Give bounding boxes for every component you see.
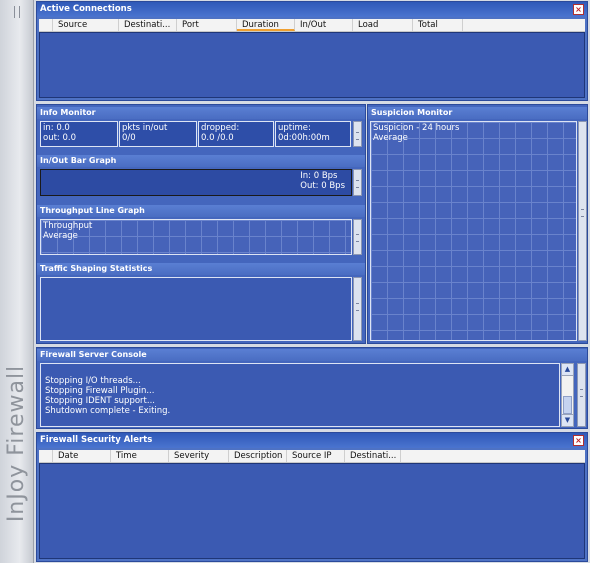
info-uptime-value: 0d:00h:00m (278, 133, 330, 143)
info-pkts-label: pkts in/out (122, 123, 168, 133)
suspicion-splitter[interactable] (578, 121, 587, 341)
info-monitor-splitter[interactable] (353, 121, 362, 147)
close-icon[interactable]: × (573, 435, 584, 446)
suspicion-monitor-pane: Suspicion Monitor Suspicion - 24 hours A… (367, 104, 588, 344)
brand-strip: InJoy Firewall (0, 0, 34, 563)
inout-splitter[interactable] (353, 169, 362, 196)
console-scrollbar[interactable]: ▲ ▼ (561, 363, 574, 427)
drag-grip-icon[interactable] (14, 6, 20, 18)
inout-readouts: In: 0 Bps Out: 0 Bps (300, 171, 345, 191)
col-destination[interactable]: Destinati... (345, 450, 401, 462)
info-pkts-box: pkts in/out 0/0 (119, 121, 197, 147)
info-uptime-box: uptime: 0d:00h:00m (275, 121, 351, 147)
throughput-splitter[interactable] (353, 219, 362, 255)
info-out: out: 0.0 (43, 133, 77, 143)
console-splitter[interactable] (577, 363, 586, 427)
info-inout-box: in: 0.0 out: 0.0 (40, 121, 118, 147)
header-spacer (39, 450, 53, 462)
inout-bar-graph-title: In/Out Bar Graph (37, 155, 365, 167)
info-dropped-box: dropped: 0.0 /0.0 (198, 121, 274, 147)
suspicion-graph: Suspicion - 24 hours Average (370, 121, 577, 341)
scroll-down-icon[interactable]: ▼ (562, 414, 573, 426)
col-time[interactable]: Time (111, 450, 169, 462)
active-connections-title-text: Active Connections (40, 4, 132, 14)
console-output[interactable]: Stopping I/O threads... Stopping Firewal… (40, 363, 560, 427)
monitor-area: Info Monitor in: 0.0 out: 0.0 pkts in/ou… (36, 104, 366, 344)
traffic-shaping-area (40, 277, 352, 341)
active-connections-pane: Active Connections × Source Destinati...… (36, 1, 588, 101)
col-date[interactable]: Date (53, 450, 111, 462)
console-pane: Firewall Server Console Stopping I/O thr… (36, 347, 588, 429)
console-line: Stopping Firewall Plugin... (45, 386, 155, 396)
connections-header: Source Destinati... Port Duration In/Out… (39, 19, 585, 32)
inout-bar-graph-title-text: In/Out Bar Graph (40, 156, 117, 165)
col-severity[interactable]: Severity (169, 450, 229, 462)
traffic-shaping-title-text: Traffic Shaping Statistics (40, 264, 153, 273)
scroll-thumb[interactable] (563, 396, 572, 414)
info-dropped-value: 0.0 /0.0 (201, 133, 234, 143)
inout-out: Out: 0 Bps (300, 181, 345, 191)
info-in: in: 0.0 (43, 123, 70, 133)
suspicion-monitor-title-text: Suspicion Monitor (371, 108, 453, 117)
throughput-graph-title-text: Throughput Line Graph (40, 206, 145, 215)
inout-bar-graph: In: 0 Bps Out: 0 Bps (40, 169, 352, 196)
alerts-title: Firewall Security Alerts (37, 433, 587, 448)
brand-label: InJoy Firewall (4, 364, 30, 522)
connections-list[interactable] (39, 32, 585, 98)
alerts-pane: Firewall Security Alerts × Date Time Sev… (36, 432, 588, 562)
col-source-ip[interactable]: Source IP (287, 450, 345, 462)
suspicion-legend-main: Suspicion - 24 hours (373, 123, 460, 133)
col-port[interactable]: Port (177, 19, 237, 31)
col-destination[interactable]: Destinati... (119, 19, 177, 31)
header-spacer (39, 19, 53, 31)
suspicion-legend-average: Average (373, 133, 408, 143)
console-title-text: Firewall Server Console (40, 350, 147, 359)
alerts-header: Date Time Severity Description Source IP… (39, 450, 585, 463)
scroll-up-icon[interactable]: ▲ (562, 364, 573, 376)
alerts-title-text: Firewall Security Alerts (40, 435, 153, 445)
info-uptime-label: uptime: (278, 123, 311, 133)
col-load[interactable]: Load (353, 19, 413, 31)
suspicion-monitor-title: Suspicion Monitor (368, 107, 587, 119)
alerts-list[interactable] (39, 463, 585, 559)
console-title: Firewall Server Console (37, 349, 587, 361)
info-dropped-label: dropped: (201, 123, 240, 133)
legend-average: Average (43, 231, 78, 241)
inout-in: In: 0 Bps (300, 171, 338, 181)
active-connections-title: Active Connections (37, 2, 587, 17)
throughput-graph-title: Throughput Line Graph (37, 205, 365, 217)
close-icon[interactable]: × (573, 4, 584, 15)
info-pkts-value: 0/0 (122, 133, 136, 143)
throughput-line-graph: Throughput Average (40, 219, 352, 255)
col-description[interactable]: Description (229, 450, 287, 462)
traffic-shaping-title: Traffic Shaping Statistics (37, 263, 365, 275)
col-inout[interactable]: In/Out (295, 19, 353, 31)
console-line: Stopping I/O threads... (45, 376, 141, 386)
brand-label-container: InJoy Firewall (3, 343, 31, 543)
info-monitor-title: Info Monitor (37, 107, 365, 119)
col-duration[interactable]: Duration (237, 19, 295, 31)
col-source[interactable]: Source (53, 19, 119, 31)
console-line: Stopping IDENT support... (45, 396, 155, 406)
info-monitor-title-text: Info Monitor (40, 108, 96, 117)
console-line: Shutdown complete - Exiting. (45, 406, 171, 416)
traffic-shaping-splitter[interactable] (353, 277, 362, 341)
legend-throughput: Throughput (43, 221, 93, 231)
col-total[interactable]: Total (413, 19, 463, 31)
